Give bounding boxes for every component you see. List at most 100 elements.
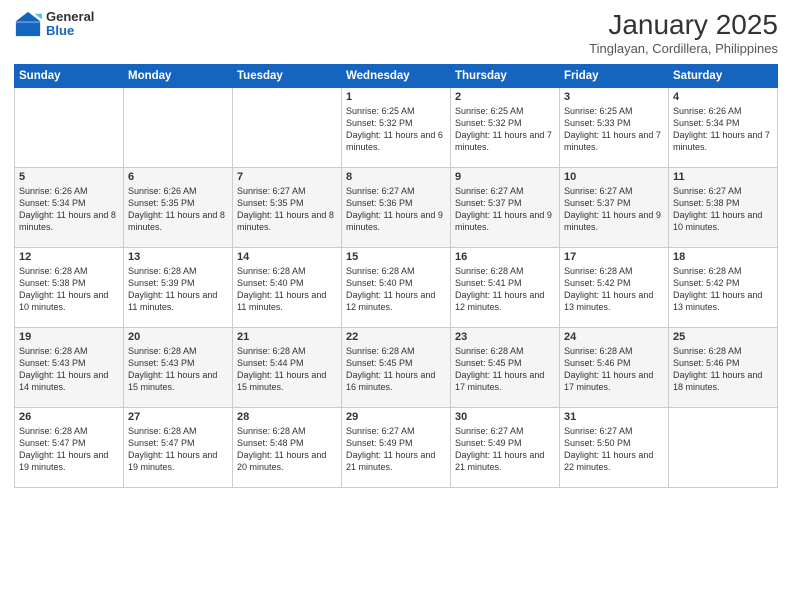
day-number: 12 <box>19 251 119 263</box>
day-number: 16 <box>455 251 555 263</box>
col-friday: Friday <box>560 64 669 87</box>
day-number: 28 <box>237 411 337 423</box>
table-row: 31 Sunrise: 6:27 AMSunset: 5:50 PMDayligh… <box>560 407 669 487</box>
table-row: 1 Sunrise: 6:25 AMSunset: 5:32 PMDaylight… <box>342 87 451 167</box>
day-info: Sunrise: 6:28 AMSunset: 5:45 PMDaylight:… <box>455 345 555 394</box>
table-row: 30 Sunrise: 6:27 AMSunset: 5:49 PMDayligh… <box>451 407 560 487</box>
day-number: 2 <box>455 91 555 103</box>
day-number: 4 <box>673 91 773 103</box>
table-row <box>233 87 342 167</box>
day-info: Sunrise: 6:28 AMSunset: 5:47 PMDaylight:… <box>128 425 228 474</box>
table-row: 6 Sunrise: 6:26 AMSunset: 5:35 PMDaylight… <box>124 167 233 247</box>
calendar-week-row: 5 Sunrise: 6:26 AMSunset: 5:34 PMDaylight… <box>15 167 778 247</box>
day-number: 24 <box>564 331 664 343</box>
day-info: Sunrise: 6:28 AMSunset: 5:41 PMDaylight:… <box>455 265 555 314</box>
calendar-week-row: 26 Sunrise: 6:28 AMSunset: 5:47 PMDayligh… <box>15 407 778 487</box>
day-info: Sunrise: 6:27 AMSunset: 5:37 PMDaylight:… <box>455 185 555 234</box>
day-number: 5 <box>19 171 119 183</box>
table-row: 19Sunrise: 6:28 AMSunset: 5:43 PMDayligh… <box>15 327 124 407</box>
col-wednesday: Wednesday <box>342 64 451 87</box>
day-info: Sunrise: 6:28 AMSunset: 5:43 PMDaylight:… <box>128 345 228 394</box>
table-row: 28 Sunrise: 6:28 AMSunset: 5:48 PMDayligh… <box>233 407 342 487</box>
day-number: 21 <box>237 331 337 343</box>
table-row: 3 Sunrise: 6:25 AMSunset: 5:33 PMDaylight… <box>560 87 669 167</box>
table-row: 10Sunrise: 6:27 AMSunset: 5:37 PMDayligh… <box>560 167 669 247</box>
day-info: Sunrise: 6:27 AMSunset: 5:49 PMDaylight:… <box>346 425 446 474</box>
day-info: Sunrise: 6:28 AMSunset: 5:46 PMDaylight:… <box>673 345 773 394</box>
day-info: Sunrise: 6:26 AMSunset: 5:34 PMDaylight:… <box>673 105 773 154</box>
day-info: Sunrise: 6:26 AMSunset: 5:34 PMDaylight:… <box>19 185 119 234</box>
calendar-week-row: 19Sunrise: 6:28 AMSunset: 5:43 PMDayligh… <box>15 327 778 407</box>
col-monday: Monday <box>124 64 233 87</box>
logo-general: General <box>46 10 94 24</box>
calendar-week-row: 1 Sunrise: 6:25 AMSunset: 5:32 PMDaylight… <box>15 87 778 167</box>
day-info: Sunrise: 6:27 AMSunset: 5:36 PMDaylight:… <box>346 185 446 234</box>
col-sunday: Sunday <box>15 64 124 87</box>
day-number: 25 <box>673 331 773 343</box>
day-info: Sunrise: 6:28 AMSunset: 5:42 PMDaylight:… <box>564 265 664 314</box>
month-title: January 2025 <box>589 10 778 41</box>
table-row: 20 Sunrise: 6:28 AMSunset: 5:43 PMDayligh… <box>124 327 233 407</box>
logo-icon <box>14 10 42 38</box>
title-block: January 2025 Tinglayan, Cordillera, Phil… <box>589 10 778 56</box>
day-info: Sunrise: 6:25 AMSunset: 5:32 PMDaylight:… <box>455 105 555 154</box>
day-number: 31 <box>564 411 664 423</box>
day-number: 30 <box>455 411 555 423</box>
table-row: 15 Sunrise: 6:28 AMSunset: 5:40 PMDayligh… <box>342 247 451 327</box>
day-info: Sunrise: 6:26 AMSunset: 5:35 PMDaylight:… <box>128 185 228 234</box>
day-info: Sunrise: 6:28 AMSunset: 5:38 PMDaylight:… <box>19 265 119 314</box>
day-info: Sunrise: 6:25 AMSunset: 5:32 PMDaylight:… <box>346 105 446 154</box>
day-info: Sunrise: 6:28 AMSunset: 5:48 PMDaylight:… <box>237 425 337 474</box>
header: General Blue January 2025 Tinglayan, Cor… <box>14 10 778 56</box>
day-number: 1 <box>346 91 446 103</box>
day-number: 17 <box>564 251 664 263</box>
day-number: 20 <box>128 331 228 343</box>
location: Tinglayan, Cordillera, Philippines <box>589 41 778 56</box>
day-info: Sunrise: 6:28 AMSunset: 5:39 PMDaylight:… <box>128 265 228 314</box>
table-row: 22 Sunrise: 6:28 AMSunset: 5:45 PMDayligh… <box>342 327 451 407</box>
day-number: 13 <box>128 251 228 263</box>
table-row: 9 Sunrise: 6:27 AMSunset: 5:37 PMDaylight… <box>451 167 560 247</box>
day-info: Sunrise: 6:28 AMSunset: 5:46 PMDaylight:… <box>564 345 664 394</box>
table-row: 29 Sunrise: 6:27 AMSunset: 5:49 PMDayligh… <box>342 407 451 487</box>
logo-blue: Blue <box>46 24 94 38</box>
table-row: 4 Sunrise: 6:26 AMSunset: 5:34 PMDaylight… <box>669 87 778 167</box>
day-number: 6 <box>128 171 228 183</box>
table-row <box>15 87 124 167</box>
page: General Blue January 2025 Tinglayan, Cor… <box>0 0 792 612</box>
table-row <box>124 87 233 167</box>
table-row: 21 Sunrise: 6:28 AMSunset: 5:44 PMDayligh… <box>233 327 342 407</box>
table-row: 13 Sunrise: 6:28 AMSunset: 5:39 PMDayligh… <box>124 247 233 327</box>
day-number: 11 <box>673 171 773 183</box>
day-number: 27 <box>128 411 228 423</box>
day-number: 22 <box>346 331 446 343</box>
day-number: 3 <box>564 91 664 103</box>
day-number: 18 <box>673 251 773 263</box>
day-number: 10 <box>564 171 664 183</box>
day-info: Sunrise: 6:28 AMSunset: 5:44 PMDaylight:… <box>237 345 337 394</box>
table-row: 23 Sunrise: 6:28 AMSunset: 5:45 PMDayligh… <box>451 327 560 407</box>
day-info: Sunrise: 6:27 AMSunset: 5:35 PMDaylight:… <box>237 185 337 234</box>
day-info: Sunrise: 6:27 AMSunset: 5:49 PMDaylight:… <box>455 425 555 474</box>
day-number: 23 <box>455 331 555 343</box>
day-number: 8 <box>346 171 446 183</box>
day-info: Sunrise: 6:28 AMSunset: 5:43 PMDaylight:… <box>19 345 119 394</box>
day-info: Sunrise: 6:28 AMSunset: 5:45 PMDaylight:… <box>346 345 446 394</box>
day-number: 29 <box>346 411 446 423</box>
table-row: 27 Sunrise: 6:28 AMSunset: 5:47 PMDayligh… <box>124 407 233 487</box>
day-info: Sunrise: 6:27 AMSunset: 5:38 PMDaylight:… <box>673 185 773 234</box>
col-tuesday: Tuesday <box>233 64 342 87</box>
table-row: 8 Sunrise: 6:27 AMSunset: 5:36 PMDaylight… <box>342 167 451 247</box>
day-info: Sunrise: 6:25 AMSunset: 5:33 PMDaylight:… <box>564 105 664 154</box>
day-number: 15 <box>346 251 446 263</box>
day-info: Sunrise: 6:28 AMSunset: 5:40 PMDaylight:… <box>237 265 337 314</box>
day-number: 26 <box>19 411 119 423</box>
table-row: 5 Sunrise: 6:26 AMSunset: 5:34 PMDaylight… <box>15 167 124 247</box>
day-number: 9 <box>455 171 555 183</box>
day-info: Sunrise: 6:28 AMSunset: 5:40 PMDaylight:… <box>346 265 446 314</box>
table-row <box>669 407 778 487</box>
col-thursday: Thursday <box>451 64 560 87</box>
day-info: Sunrise: 6:27 AMSunset: 5:50 PMDaylight:… <box>564 425 664 474</box>
col-saturday: Saturday <box>669 64 778 87</box>
table-row: 25 Sunrise: 6:28 AMSunset: 5:46 PMDayligh… <box>669 327 778 407</box>
